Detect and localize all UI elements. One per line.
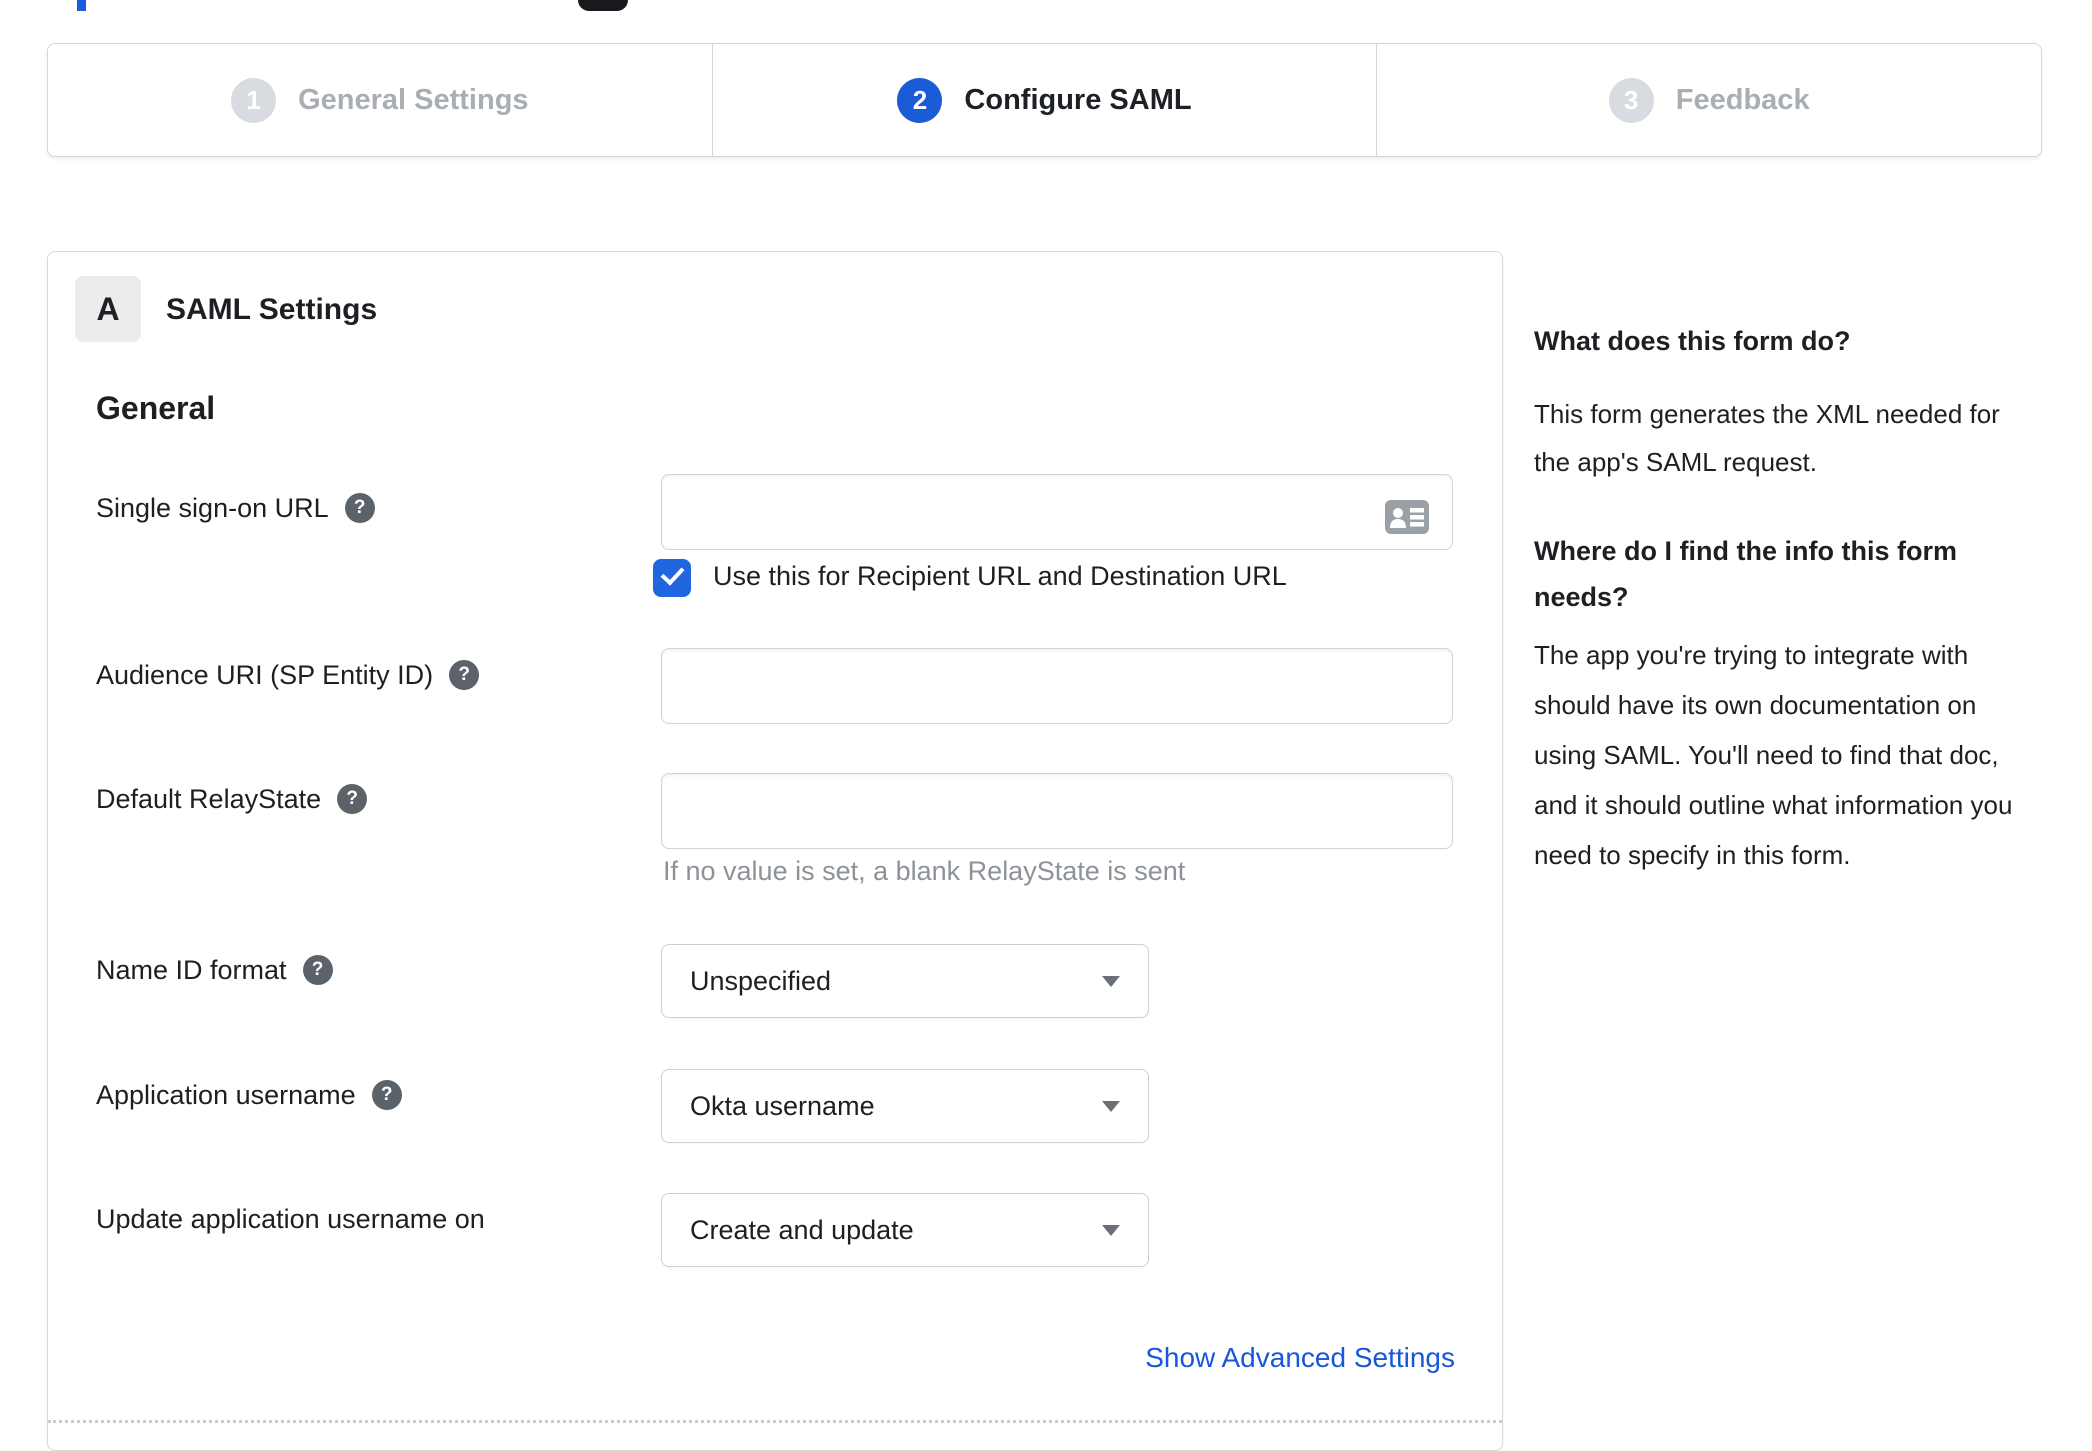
select-value: Create and update	[690, 1214, 914, 1245]
show-advanced-settings-link[interactable]: Show Advanced Settings	[1145, 1342, 1455, 1374]
step-feedback[interactable]: 3 Feedback	[1376, 44, 2041, 156]
label-single-sign-on-url: Single sign-on URL ?	[96, 491, 375, 525]
label-name-id-format: Name ID format ?	[96, 953, 333, 987]
help-body-where: The app you're trying to integrate with …	[1534, 640, 2013, 870]
select-value: Okta username	[690, 1090, 875, 1121]
cutoff-logo-fragment	[77, 0, 86, 11]
help-icon[interactable]: ?	[371, 1080, 402, 1110]
update-application-username-select[interactable]: Create and update	[661, 1193, 1149, 1267]
label-update-application-username: Update application username on	[96, 1202, 485, 1236]
field-label-text: Audience URI (SP Entity ID)	[96, 659, 434, 690]
step-general-settings[interactable]: 1 General Settings	[48, 44, 712, 156]
section-badge: A	[75, 276, 141, 342]
application-username-select[interactable]: Okta username	[661, 1069, 1149, 1143]
step-label: Configure SAML	[964, 83, 1192, 116]
checkbox-label: Use this for Recipient URL and Destinati…	[713, 561, 1287, 591]
contact-card-icon[interactable]	[1384, 499, 1430, 535]
field-label-text: Name ID format	[96, 954, 287, 985]
relaystate-hint: If no value is set, a blank RelayState i…	[663, 856, 1186, 886]
section-title: SAML Settings	[166, 293, 378, 326]
chevron-down-icon	[1102, 1225, 1120, 1236]
saml-settings-panel: A SAML Settings General Single sign-on U…	[47, 251, 1503, 1451]
field-label-text: Default RelayState	[96, 783, 322, 814]
help-heading-where: Where do I find the info this form needs…	[1534, 536, 1957, 612]
wizard-stepper: 1 General Settings 2 Configure SAML 3 Fe…	[47, 43, 2042, 157]
label-default-relaystate: Default RelayState ?	[96, 782, 368, 816]
help-heading-what: What does this form do?	[1534, 326, 1851, 356]
step-number-badge: 2	[897, 77, 943, 123]
cutoff-header-fragment	[578, 0, 628, 11]
default-relaystate-input[interactable]	[661, 773, 1453, 849]
chevron-down-icon	[1102, 976, 1120, 987]
select-value: Unspecified	[690, 965, 832, 996]
audience-uri-input[interactable]	[661, 648, 1453, 724]
step-label: Feedback	[1675, 83, 1810, 116]
field-label-text: Application username	[96, 1079, 356, 1110]
field-label-text: Single sign-on URL	[96, 492, 329, 523]
step-number-badge: 3	[1608, 77, 1654, 123]
label-application-username: Application username ?	[96, 1078, 402, 1112]
help-body-what: This form generates the XML needed for t…	[1534, 399, 2000, 477]
chevron-down-icon	[1102, 1101, 1120, 1112]
group-title-general: General	[96, 390, 216, 426]
help-icon[interactable]: ?	[449, 660, 480, 690]
help-icon[interactable]: ?	[344, 493, 375, 523]
step-label: General Settings	[298, 83, 529, 116]
step-number-badge: 1	[231, 77, 277, 123]
field-label-text: Update application username on	[96, 1203, 485, 1234]
single-sign-on-url-input[interactable]	[661, 474, 1453, 550]
label-audience-uri: Audience URI (SP Entity ID) ?	[96, 658, 480, 692]
help-icon[interactable]: ?	[302, 955, 333, 985]
use-for-recipient-checkbox[interactable]	[653, 559, 691, 597]
help-icon[interactable]: ?	[337, 784, 368, 814]
name-id-format-select[interactable]: Unspecified	[661, 944, 1149, 1018]
advanced-section-divider	[48, 1420, 1502, 1423]
step-configure-saml[interactable]: 2 Configure SAML	[711, 44, 1377, 156]
